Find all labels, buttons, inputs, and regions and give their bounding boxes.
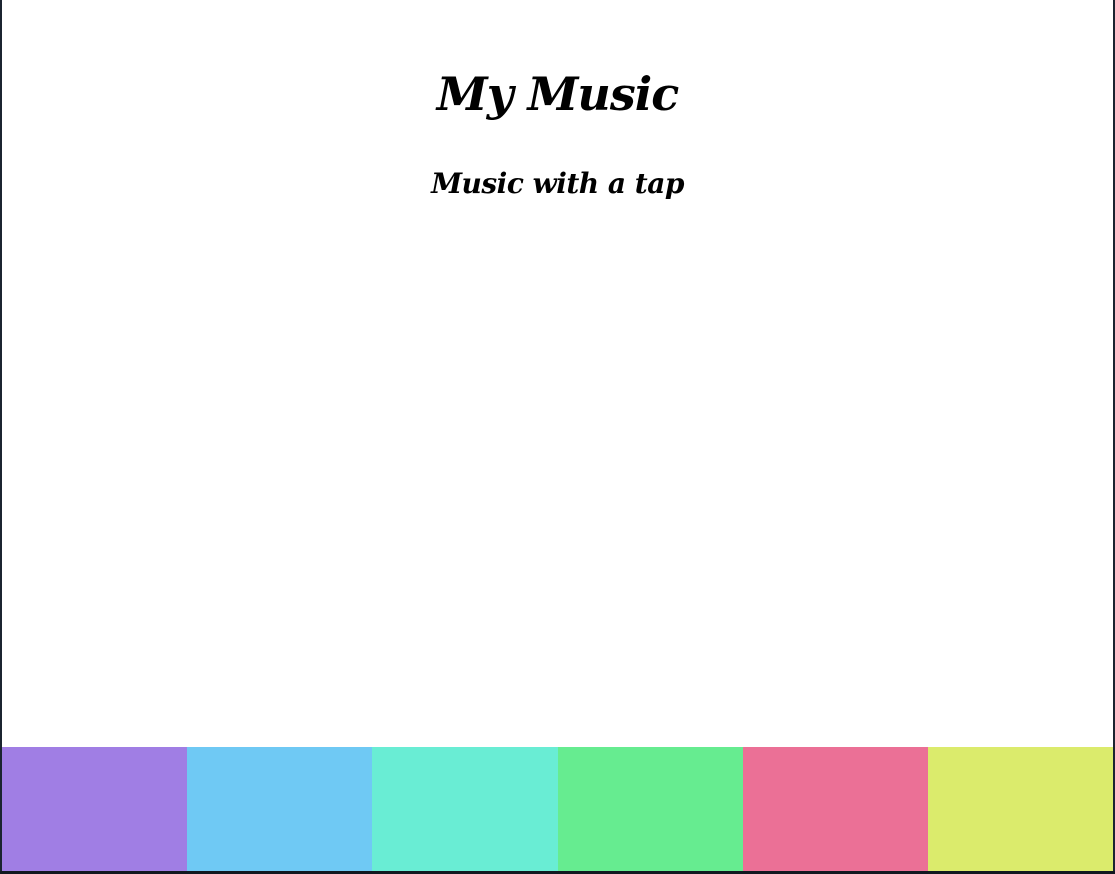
sound-pad-4[interactable] <box>557 747 743 871</box>
sound-pad-3[interactable] <box>372 747 558 871</box>
sound-pad-2[interactable] <box>187 747 373 871</box>
app-window: My Music Music with a tap <box>2 0 1113 871</box>
sound-pad-5[interactable] <box>742 747 928 871</box>
page-subtitle: Music with a tap <box>431 167 684 200</box>
sound-pads <box>2 747 1113 871</box>
page-title: My Music <box>436 67 679 121</box>
sound-pad-6[interactable] <box>927 747 1113 871</box>
sound-pad-1[interactable] <box>2 747 188 871</box>
